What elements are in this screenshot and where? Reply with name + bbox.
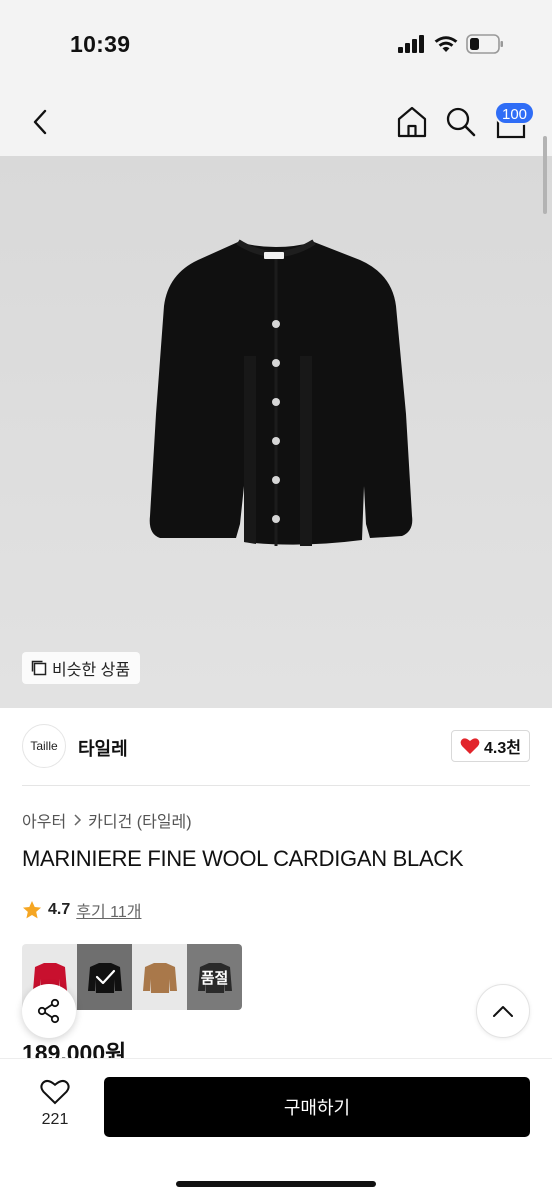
product-image[interactable]: 비슷한 상품 [0, 156, 552, 708]
back-button[interactable] [24, 104, 56, 140]
breadcrumb-category[interactable]: 아우터 [22, 808, 66, 832]
bottom-action-bar: 221 구매하기 [0, 1058, 552, 1200]
status-time: 10:39 [70, 31, 131, 57]
share-button[interactable] [22, 984, 76, 1038]
similar-products-label: 비슷한 상품 [52, 662, 131, 679]
home-button[interactable] [395, 104, 429, 140]
nav-bar [0, 90, 552, 156]
similar-products-button[interactable]: 비슷한 상품 [22, 652, 141, 684]
color-option-camel[interactable] [132, 944, 187, 1010]
product-title: MARINIERE FINE WOOL CARDIGAN BLACK [22, 846, 464, 871]
review-count-link[interactable]: 후기 11개 [76, 898, 141, 922]
checkmark-icon [95, 969, 115, 985]
wifi-icon [434, 36, 458, 52]
wishlist-count: 221 [41, 1111, 69, 1128]
buy-button[interactable]: 구매하기 [104, 1077, 530, 1137]
color-option-soldout[interactable]: 품절 [187, 944, 242, 1010]
search-button[interactable] [444, 104, 478, 140]
brand-like-count: 4.3천 [484, 740, 521, 757]
status-bar: 10:39 [0, 0, 552, 90]
heart-filled-icon [460, 738, 480, 754]
chevron-up-icon [493, 1006, 513, 1017]
search-icon [446, 107, 476, 137]
brand-like-button[interactable]: 4.3천 [451, 730, 530, 762]
home-indicator [176, 1181, 376, 1187]
color-option-black[interactable] [77, 944, 132, 1010]
rating-value: 4.7 [48, 901, 71, 918]
brand-name[interactable]: 타일레 [78, 735, 128, 761]
share-icon [37, 998, 60, 1024]
scroll-indicator [543, 136, 547, 214]
signal-icon [398, 35, 424, 53]
status-icons [398, 34, 504, 54]
brand-logo-text: Taille [30, 739, 58, 753]
cardigan-image [149, 239, 413, 546]
chevron-right-icon [74, 814, 82, 826]
heart-outline-icon [40, 1079, 70, 1105]
scroll-to-top-button[interactable] [476, 984, 530, 1038]
star-icon [23, 901, 41, 919]
breadcrumb-subcategory[interactable]: 카디건 (타일레) [88, 808, 191, 832]
brand-logo[interactable]: Taille [22, 724, 66, 768]
wishlist-button[interactable]: 221 [26, 1079, 84, 1139]
camel-cardigan-thumbnail [142, 963, 177, 993]
battery-icon [466, 34, 503, 54]
divider [22, 785, 530, 786]
home-icon [397, 106, 427, 138]
brand-row: Taille 타일레 4.3천 [0, 708, 552, 784]
soldout-label: 품절 [200, 969, 229, 987]
breadcrumb: 아우터 카디건 (타일레) [22, 808, 192, 832]
chevron-left-icon [33, 109, 47, 135]
copy-icon [31, 660, 47, 676]
rating-row: 4.7 후기 11개 [22, 898, 141, 922]
cart-count-badge: 100 [494, 101, 536, 125]
